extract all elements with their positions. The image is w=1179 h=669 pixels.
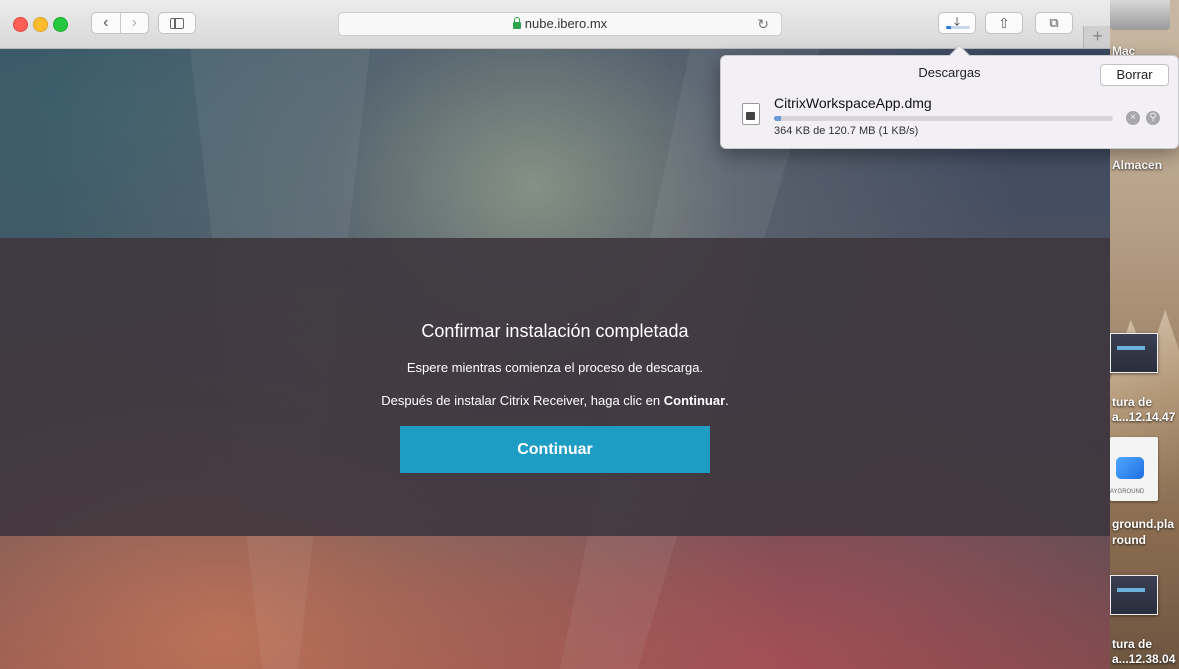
browser-toolbar: ‹ › nube.ibero.mx ↻ ⤓ ⇧ ⧉ + [0, 0, 1110, 49]
new-tab-button[interactable]: + [1083, 26, 1110, 48]
back-icon[interactable]: ‹ [92, 13, 120, 33]
reveal-in-finder-icon[interactable]: ⚲ [1146, 111, 1160, 125]
address-bar[interactable]: nube.ibero.mx ↻ [338, 12, 782, 36]
toolbar-download-progress [946, 26, 970, 29]
share-button[interactable]: ⇧ [985, 12, 1023, 34]
url-text: nube.ibero.mx [524, 16, 608, 31]
desktop-label-playground-a: ground.pla [1112, 517, 1174, 531]
instruction-suffix: . [725, 393, 729, 408]
swift-icon [1116, 457, 1144, 479]
lock-icon [512, 17, 521, 29]
zoom-window-button[interactable] [53, 17, 68, 32]
modal-instruction: Después de instalar Citrix Receiver, hag… [381, 393, 729, 408]
desktop-label-screenshot-1b: a...12.14.47 [1112, 410, 1176, 424]
show-tabs-button[interactable]: ⧉ [1035, 12, 1073, 34]
desktop-label-screenshot-1a: tura de [1112, 395, 1153, 409]
install-confirmation-panel: Confirmar instalación completada Espere … [0, 238, 1110, 536]
file-caption: AYGROUND [1110, 489, 1145, 495]
continue-button[interactable]: Continuar [400, 426, 710, 473]
tabs-overview-icon: ⧉ [1049, 15, 1059, 30]
close-window-button[interactable] [13, 17, 28, 32]
downloads-popover: Descargas Borrar CitrixWorkspaceApp.dmg … [720, 55, 1179, 149]
download-status: 364 KB de 120.7 MB (1 KB/s) [774, 125, 919, 137]
reload-icon[interactable]: ↻ [757, 13, 769, 35]
hard-drive-icon[interactable] [1110, 0, 1170, 30]
cancel-download-icon[interactable]: × [1126, 111, 1140, 125]
minimize-window-button[interactable] [33, 17, 48, 32]
swift-playground-file-icon[interactable]: AYGROUND [1110, 437, 1158, 501]
sidebar-toggle-button[interactable] [158, 12, 196, 34]
download-progress-bar [774, 116, 1113, 121]
desktop-label-almacen: Almacen [1112, 158, 1163, 172]
screenshot-thumbnail-icon[interactable] [1110, 333, 1158, 373]
modal-title: Confirmar instalación completada [421, 321, 689, 341]
instruction-bold-text: Continuar [663, 393, 726, 408]
share-icon: ⇧ [998, 14, 1010, 31]
clear-downloads-button[interactable]: Borrar [1100, 64, 1169, 86]
instruction-text: Después de instalar Citrix Receiver, hag… [381, 393, 664, 408]
modal-wait-message: Espere mientras comienza el proceso de d… [406, 360, 704, 375]
forward-icon[interactable]: › [121, 13, 149, 33]
screenshot-thumbnail-icon[interactable] [1110, 575, 1158, 615]
sidebar-icon [170, 17, 184, 29]
desktop-label-playground-b: round [1112, 533, 1146, 547]
navigation-buttons: ‹ › [91, 12, 149, 34]
desktop-label-screenshot-2a: tura de [1112, 637, 1153, 651]
desktop-label-screenshot-2b: a...12.38.04 [1112, 652, 1176, 666]
disk-image-icon[interactable] [742, 103, 760, 125]
download-filename[interactable]: CitrixWorkspaceApp.dmg [774, 95, 932, 111]
downloads-button[interactable]: ⤓ [938, 12, 976, 34]
